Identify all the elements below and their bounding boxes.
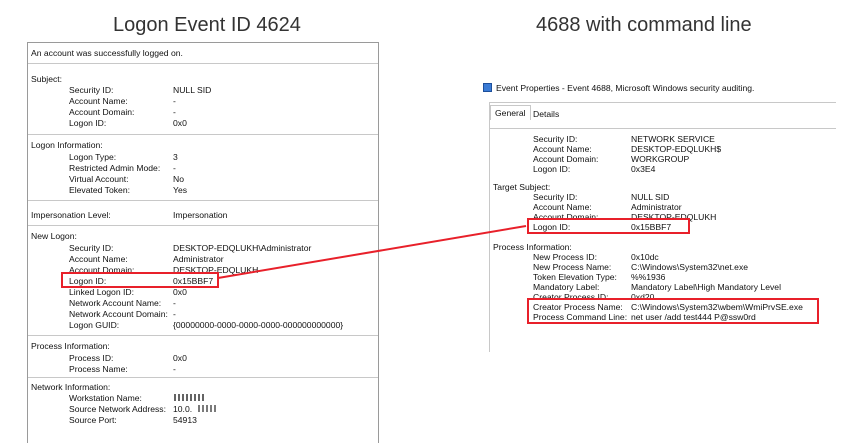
value: {00000000-0000-0000-0000-000000000000} [173, 320, 344, 330]
command-line-highlight [527, 298, 819, 324]
event-4624-panel: An account was successfully logged on. S… [27, 42, 379, 443]
impersonation-label: Impersonation Level: [31, 210, 111, 220]
right-heading: 4688 with command line [536, 14, 752, 36]
value: Yes [173, 185, 188, 195]
target-subject-title: Target Subject: [493, 182, 551, 192]
label: Logon GUID: [69, 320, 120, 330]
value: C:\Windows\System32\net.exe [631, 262, 749, 272]
divider [28, 377, 378, 378]
value: 0x0 [173, 287, 187, 297]
value: 3 [173, 152, 178, 162]
value: DESKTOP-EDQLUKH\Administrator [173, 243, 312, 253]
value: NETWORK SERVICE [631, 134, 715, 144]
label: Security ID: [533, 134, 578, 144]
label: Network Account Name: [69, 298, 162, 308]
left-heading: Logon Event ID 4624 [113, 14, 301, 36]
value: 54913 [173, 415, 197, 425]
label: Account Domain: [69, 107, 135, 117]
event-4688-window: Event Properties - Event 4688, Microsoft… [483, 82, 836, 352]
label: Security ID: [69, 243, 114, 253]
divider [28, 134, 378, 135]
value: NULL SID [631, 192, 670, 202]
value: - [173, 364, 176, 374]
divider [28, 335, 378, 336]
impersonation-value: Impersonation [173, 210, 228, 220]
label: New Process Name: [533, 262, 612, 272]
value: - [173, 107, 176, 117]
window-title: Event Properties - Event 4688, Microsoft… [496, 83, 755, 93]
value: 0x0 [173, 353, 187, 363]
value: 0x0 [173, 118, 187, 128]
label: Account Domain: [533, 154, 599, 164]
value: 10.0. [173, 404, 193, 414]
value: 0x3E4 [631, 164, 656, 174]
label: Logon ID: [533, 164, 571, 174]
label: Mandatory Label: [533, 282, 600, 292]
divider [28, 200, 378, 201]
value: - [173, 163, 176, 173]
label: Network Account Domain: [69, 309, 168, 319]
label: Logon Type: [69, 152, 117, 162]
value: No [173, 174, 184, 184]
logon-info-title: Logon Information: [31, 140, 103, 150]
label: Source Port: [69, 415, 117, 425]
subject-title: Subject: [31, 74, 63, 84]
label: Process ID: [69, 353, 114, 363]
divider [28, 225, 378, 226]
value: - [173, 298, 176, 308]
label: Linked Logon ID: [69, 287, 134, 297]
value: - [173, 96, 176, 106]
value: NULL SID [173, 85, 212, 95]
divider [28, 63, 378, 64]
label: New Process ID: [533, 252, 597, 262]
label: Workstation Name: [69, 393, 142, 403]
redacted-ip-address [198, 405, 218, 412]
label: Token Elevation Type: [533, 272, 617, 282]
value: %%1936 [631, 272, 666, 282]
label: Logon ID: [69, 118, 107, 128]
value: 0x10dc [631, 252, 659, 262]
redacted-workstation-name [174, 394, 204, 401]
process-info-title: Process Information: [31, 341, 110, 351]
label: Security ID: [69, 85, 114, 95]
target-logon-id-highlight [527, 218, 690, 234]
value: WORKGROUP [631, 154, 690, 164]
label: Account Name: [69, 96, 128, 106]
value: - [173, 309, 176, 319]
network-info-title: Network Information: [31, 382, 111, 392]
value: DESKTOP-EDQLUKH$ [631, 144, 722, 154]
label: Source Network Address: [69, 404, 166, 414]
label: Elevated Token: [69, 185, 130, 195]
event-detail-text: Security ID: NETWORK SERVICE Account Nam… [489, 128, 836, 352]
value: Mandatory Label\High Mandatory Level [631, 282, 782, 292]
label: Security ID: [533, 192, 578, 202]
tab-details[interactable]: Details [529, 107, 563, 121]
label: Process Name: [69, 364, 128, 374]
intro-text: An account was successfully logged on. [31, 48, 183, 58]
tab-general[interactable]: General [490, 105, 531, 120]
label: Virtual Account: [69, 174, 129, 184]
process-info-title: Process Information: [493, 242, 572, 252]
value: Administrator [631, 202, 682, 212]
value: Administrator [173, 254, 224, 264]
label: Account Name: [533, 202, 592, 212]
event-properties-icon [483, 83, 492, 92]
label: Account Name: [533, 144, 592, 154]
new-logon-title: New Logon: [31, 231, 77, 241]
label: Account Name: [69, 254, 128, 264]
label: Restricted Admin Mode: [69, 163, 161, 173]
logon-id-highlight [61, 272, 219, 288]
